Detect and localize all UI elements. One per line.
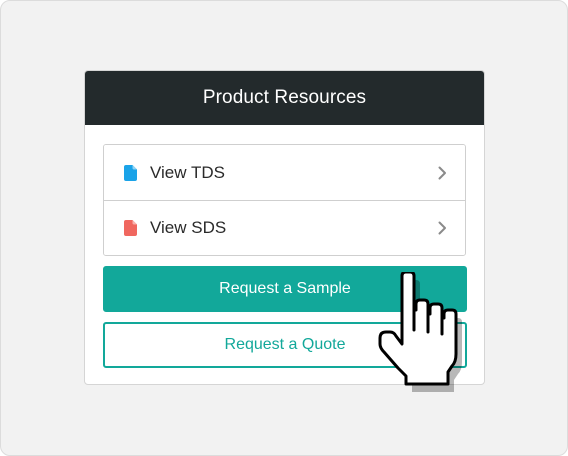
card-title: Product Resources bbox=[202, 87, 367, 108]
sds-document-icon bbox=[124, 220, 137, 236]
view-sds-link[interactable]: View SDS bbox=[104, 200, 465, 255]
card-header: Product Resources bbox=[85, 71, 484, 125]
chevron-right-icon bbox=[435, 221, 449, 235]
chevron-right-icon bbox=[435, 166, 449, 180]
request-quote-label: Request a Quote bbox=[224, 336, 346, 353]
document-list: View TDS View SDS bbox=[103, 144, 466, 256]
request-sample-label: Request a Sample bbox=[219, 280, 351, 297]
tds-document-icon bbox=[124, 164, 137, 181]
view-sds-label: View SDS bbox=[150, 218, 227, 237]
view-tds-label: View TDS bbox=[150, 162, 225, 182]
hand-pointer-cursor-icon bbox=[378, 272, 462, 392]
view-tds-link[interactable]: View TDS bbox=[104, 145, 465, 200]
